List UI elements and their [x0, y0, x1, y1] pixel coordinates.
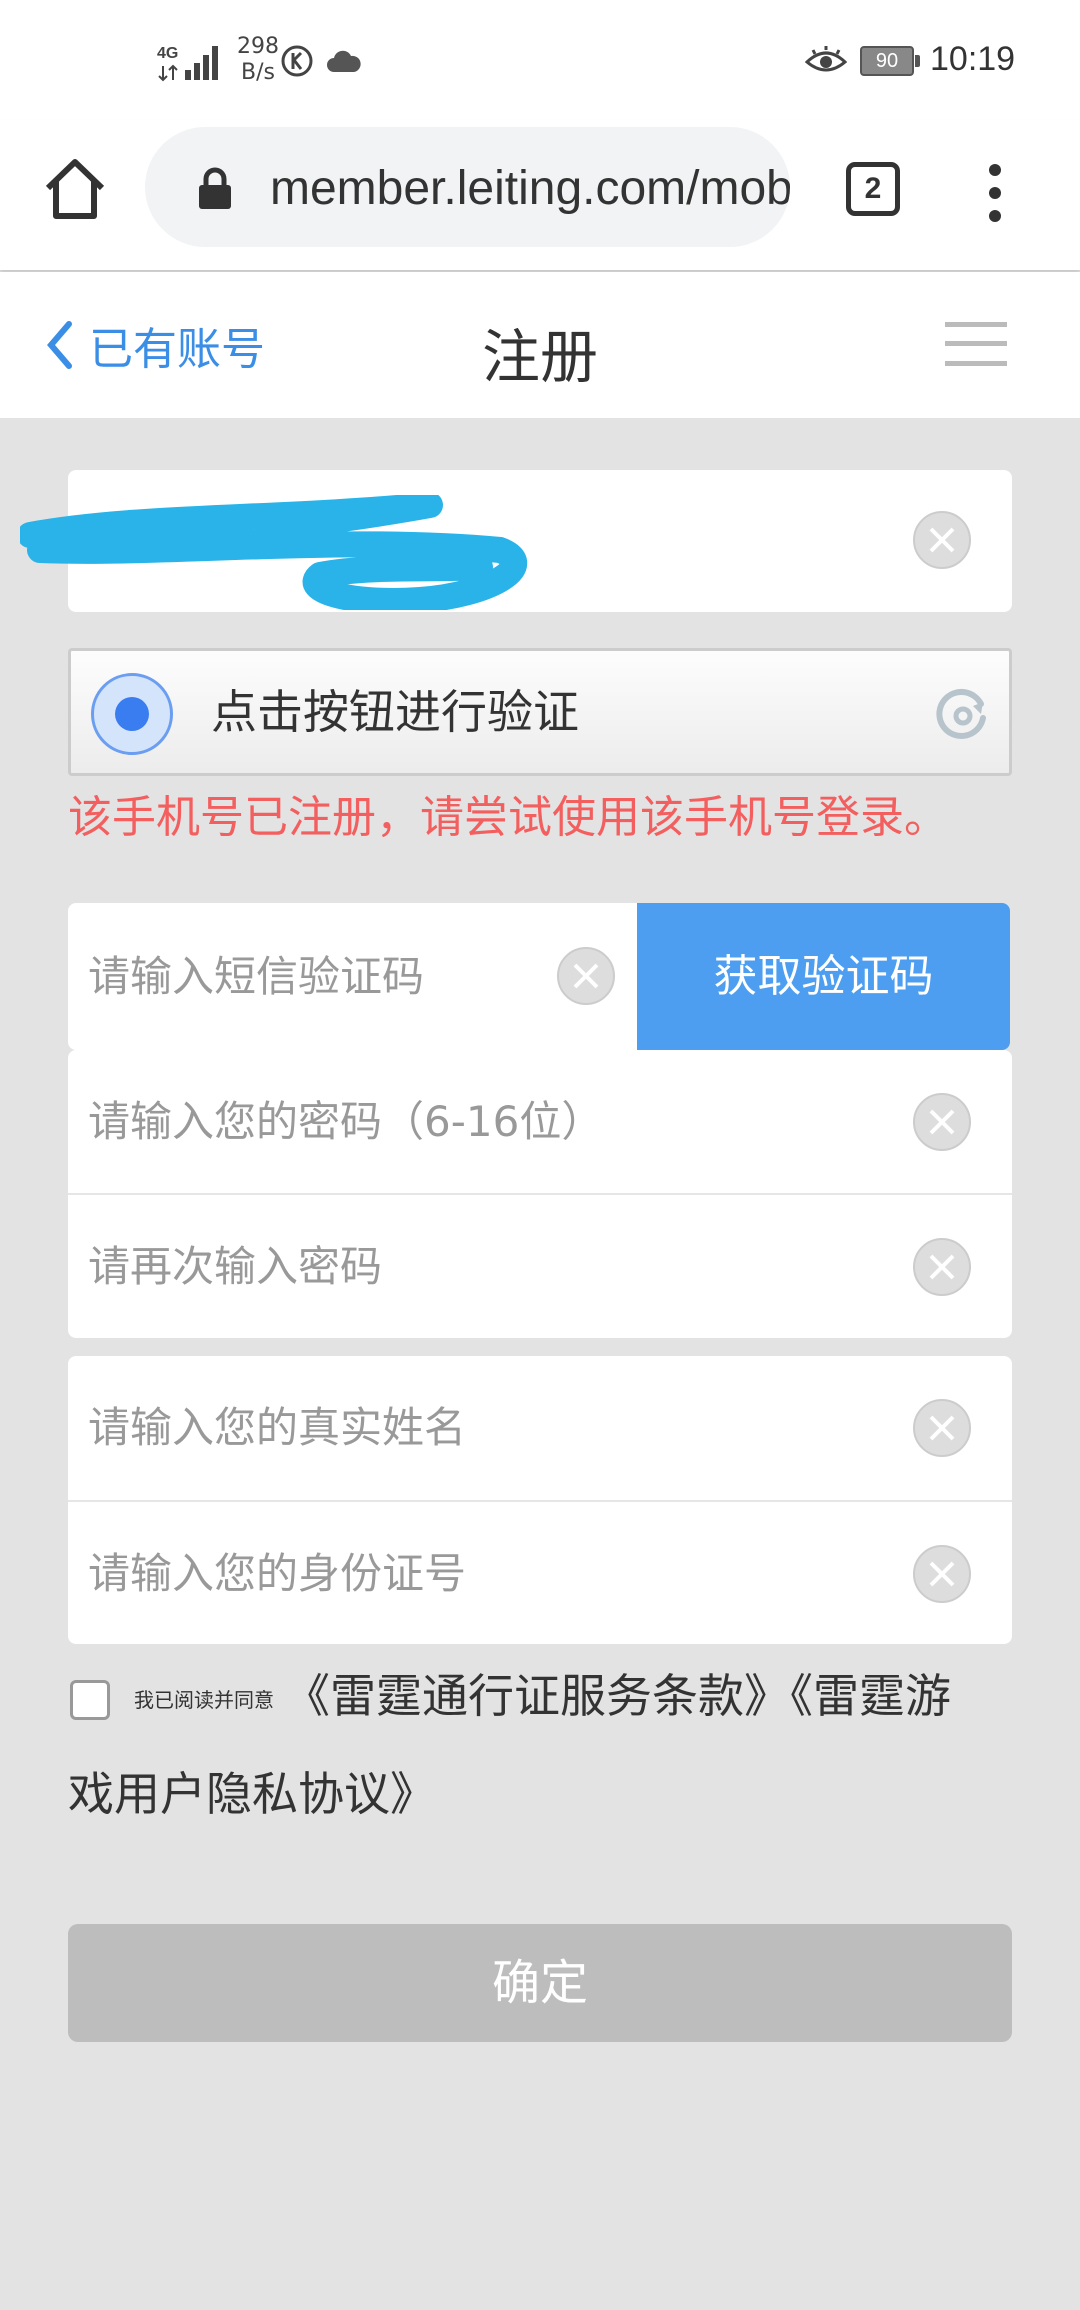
eye-comfort-icon: [805, 46, 847, 72]
clear-icon[interactable]: [912, 510, 972, 570]
signal-icon: 4G: [157, 45, 218, 82]
chevron-left-icon: [47, 321, 72, 369]
agree-prefix: 我已阅读并同意: [134, 1688, 274, 1712]
password-placeholder: 请输入您的密码（6-16位）: [88, 1097, 604, 1146]
network-speed: 298 B/s: [237, 34, 279, 85]
k-app-icon: [281, 45, 313, 77]
clear-icon[interactable]: [912, 1398, 972, 1458]
back-label: 已有账号: [89, 324, 265, 375]
more-options-icon[interactable]: [975, 158, 1015, 228]
password-input[interactable]: 请输入您的密码（6-16位）: [68, 1050, 1012, 1194]
back-to-login-link[interactable]: 已有账号: [45, 312, 265, 378]
home-icon[interactable]: [40, 154, 110, 224]
agree-checkbox[interactable]: [70, 1680, 110, 1720]
refresh-icon[interactable]: [933, 686, 989, 742]
id-number-input[interactable]: 请输入您的身份证号: [68, 1502, 1012, 1646]
svg-text:4G: 4G: [157, 45, 178, 62]
clear-icon[interactable]: [556, 946, 616, 1006]
battery-icon: 90: [860, 46, 922, 76]
url-text: member.leiting.com/mobile/register: [270, 162, 790, 215]
redaction-scribble: [20, 495, 527, 610]
terms-link[interactable]: 《雷霆通行证服务条款》《雷霆游: [284, 1660, 951, 1726]
privacy-link[interactable]: 戏用户隐私协议》: [68, 1758, 436, 1824]
id-number-placeholder: 请输入您的身份证号: [88, 1549, 467, 1598]
real-name-input[interactable]: 请输入您的真实姓名: [68, 1356, 1012, 1500]
sms-code-input[interactable]: 请输入短信验证码: [68, 903, 648, 1050]
clear-icon[interactable]: [912, 1092, 972, 1152]
sms-code-placeholder: 请输入短信验证码: [88, 952, 425, 1001]
lock-icon: [199, 167, 231, 209]
clear-icon[interactable]: [912, 1544, 972, 1604]
captcha-label: 点击按钮进行验证: [211, 685, 579, 739]
password-confirm-placeholder: 请再次输入密码: [88, 1242, 383, 1291]
clear-icon[interactable]: [912, 1237, 972, 1297]
tab-switcher-button[interactable]: 2: [846, 162, 900, 216]
address-bar[interactable]: member.leiting.com/mobile/register: [145, 127, 790, 247]
password-confirm-input[interactable]: 请再次输入密码: [68, 1195, 1012, 1339]
clock: 10:19: [930, 40, 1016, 78]
real-name-placeholder: 请输入您的真实姓名: [88, 1403, 467, 1452]
captcha-radio-icon: [91, 673, 173, 755]
get-sms-code-button[interactable]: 获取验证码: [637, 903, 1010, 1050]
browser-toolbar: member.leiting.com/mobile/register 2: [0, 120, 1080, 270]
error-message: 该手机号已注册，请尝试使用该手机号登录。: [68, 792, 948, 843]
cloud-icon: [327, 50, 361, 72]
confirm-button[interactable]: 确定: [68, 1924, 1012, 2042]
page-header: 注册 已有账号: [0, 272, 1080, 418]
status-bar: 4G 298 B/s 90 10:19: [0, 0, 1080, 120]
captcha-verify-button[interactable]: 点击按钮进行验证: [68, 648, 1012, 776]
menu-icon[interactable]: [945, 320, 1007, 368]
